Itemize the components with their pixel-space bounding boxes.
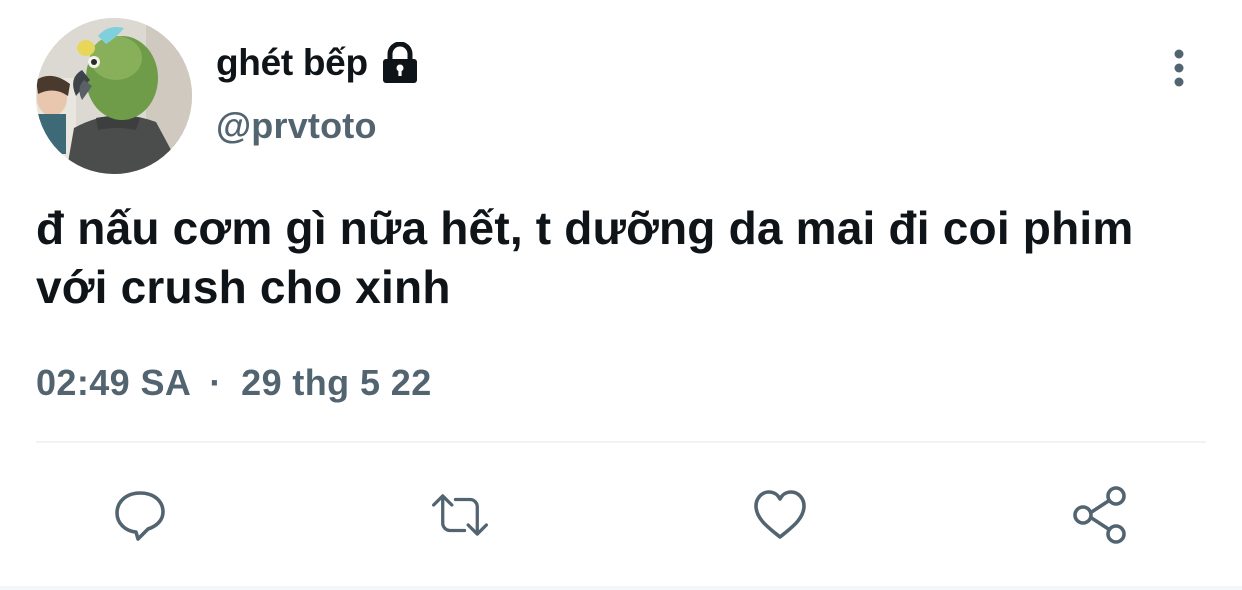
timestamp-row: 02:49 SA · 29 thg 5 22 [36,362,432,404]
avatar[interactable] [36,18,192,174]
more-options-button[interactable] [1160,48,1198,88]
avatar-image [36,18,192,174]
bottom-divider [0,586,1242,590]
retweet-arrows-icon [432,494,488,536]
handle[interactable]: @prvtoto [216,105,377,147]
more-vertical-icon [1174,49,1184,87]
tweet-time[interactable]: 02:49 SA [36,362,190,403]
display-name-row: ghét bếp [216,36,420,90]
display-name[interactable]: ghét bếp [216,42,368,84]
lock-icon [380,41,420,84]
timestamp-separator: · [209,362,222,403]
share-nodes-icon [1073,486,1126,544]
speech-bubble-icon [115,491,165,541]
divider [36,441,1206,443]
tweet-text: đ nấu cơm gì nữa hết, t dưỡng da mai đi … [36,202,1134,313]
like-button[interactable] [750,486,810,544]
share-button[interactable] [1070,486,1130,544]
retweet-button[interactable] [430,486,490,544]
heart-icon [754,490,806,539]
reply-button[interactable] [110,486,170,544]
tweet-date[interactable]: 29 thg 5 22 [241,362,431,403]
